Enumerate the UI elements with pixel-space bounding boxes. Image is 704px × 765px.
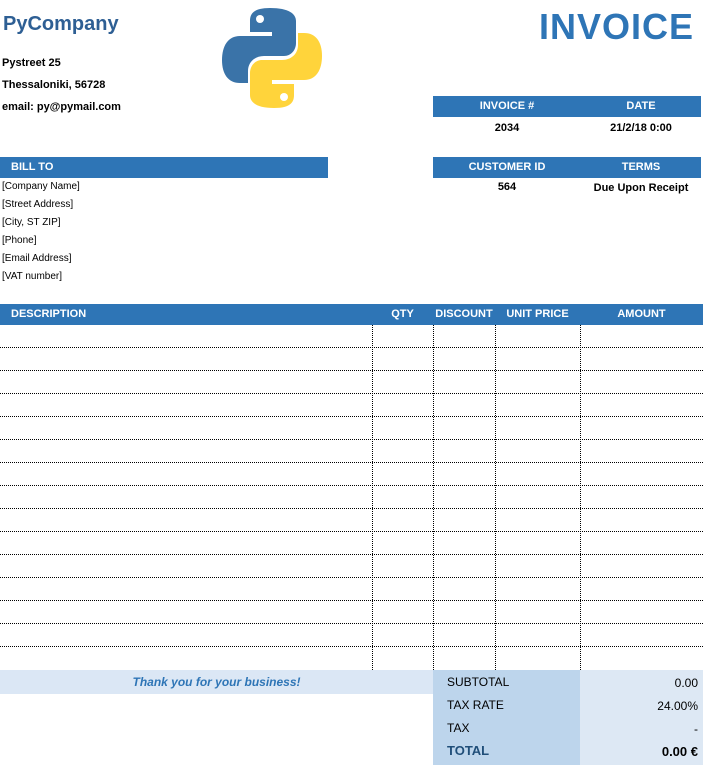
python-logo-icon [222,8,322,108]
customer-id-value: 564 [497,181,517,193]
discount-column-header: DISCOUNT [435,308,493,320]
tax-rate-label: TAX RATE [447,698,504,712]
qty-column-header: QTY [391,308,414,320]
company-email: email: py@pymail.com [2,101,121,113]
table-row [0,462,703,463]
table-row [0,370,703,371]
total-label: TOTAL [447,743,490,758]
tax-value: - [694,722,698,736]
description-column-header: DESCRIPTION [11,308,87,320]
amount-column-header: AMOUNT [617,308,666,320]
unit-price-column-header: UNIT PRICE [506,308,569,320]
invoice-number-value: 2034 [494,122,520,134]
subtotal-label: SUBTOTAL [447,675,510,689]
subtotal-value: 0.00 [674,676,698,690]
table-row [0,416,703,417]
company-name: PyCompany [3,13,119,35]
tax-label: TAX [447,721,470,735]
column-divider [433,325,434,670]
bill-to-email: [Email Address] [2,253,72,264]
terms-value: Due Upon Receipt [593,182,689,194]
table-row [0,554,703,555]
company-street: Pystreet 25 [2,57,61,69]
customer-terms-header-bar: CUSTOMER ID TERMS [433,157,701,178]
table-row [0,577,703,578]
bill-to-company-name: [Company Name] [2,181,80,192]
python-logo-yellow-eye [280,93,288,101]
thank-you-message: Thank you for your business! [132,675,301,689]
total-value: 0.00 € [661,744,698,759]
table-row [0,393,703,394]
tax-rate-value: 24.00% [657,699,698,713]
date-header: DATE [626,100,656,112]
items-table-body [0,325,703,670]
invoice-number-header: INVOICE # [479,100,535,112]
table-row [0,485,703,486]
table-row [0,646,703,647]
table-row [0,508,703,509]
bill-to-header: BILL TO [11,161,54,173]
table-row [0,347,703,348]
table-row [0,439,703,440]
invoice-date-header-bar: INVOICE # DATE [433,96,701,117]
company-city: Thessaloniki, 56728 [2,79,106,91]
bill-to-header-bar: BILL TO [0,157,328,178]
python-logo-blue-eye [256,15,264,23]
table-row [0,600,703,601]
items-table-header: DESCRIPTION QTY DISCOUNT UNIT PRICE AMOU… [0,304,703,325]
terms-header: TERMS [621,161,661,173]
column-divider [495,325,496,670]
date-value: 21/2/18 0:00 [610,122,672,134]
bill-to-city-zip: [City, ST ZIP] [2,217,61,228]
bill-to-phone: [Phone] [2,235,37,246]
table-row [0,623,703,624]
bill-to-street-address: [Street Address] [2,199,74,210]
customer-id-header: CUSTOMER ID [468,161,546,173]
column-divider [372,325,373,670]
table-row [0,531,703,532]
column-divider [580,325,581,670]
bill-to-vat-number: [VAT number] [2,271,63,282]
invoice-title: INVOICE [538,6,694,47]
